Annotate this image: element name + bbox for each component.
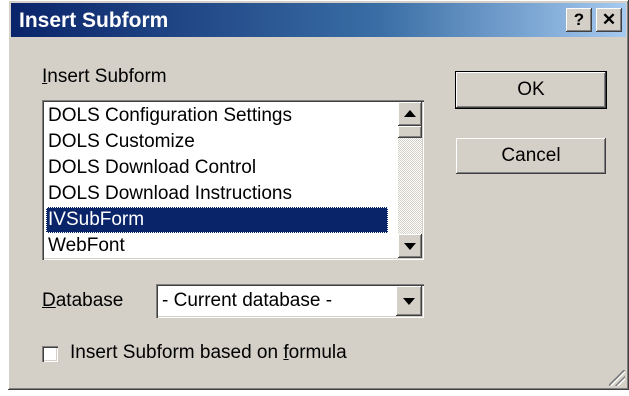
scroll-down-arrow-icon [404,243,416,250]
dropdown-arrow-icon [403,298,415,305]
list-item[interactable]: WebFont [46,233,388,259]
window-title: Insert Subform [19,9,169,32]
scroll-thumb[interactable] [398,126,422,138]
close-button[interactable]: ✕ [596,8,622,32]
database-label: Database [42,290,124,311]
cancel-button[interactable]: Cancel [456,138,606,174]
close-icon: ✕ [601,10,617,29]
list-scrollbar[interactable] [398,102,422,258]
list-item[interactable]: DOLS Configuration Settings [46,103,388,129]
title-bar[interactable]: Insert Subform ? ✕ [11,3,626,37]
scroll-up-arrow-icon [404,110,416,117]
subform-listbox[interactable]: DOLS Configuration Settings DOLS Customi… [42,100,424,260]
insert-subform-dialog: Insert Subform ? ✕ Insert Subform DOLS C… [8,0,629,390]
ok-button[interactable]: OK [456,72,606,108]
formula-checkbox-label[interactable]: Insert Subform based on formula [70,342,347,364]
list-item[interactable]: DOLS Customize [46,129,388,155]
list-item[interactable]: DOLS Download Instructions [46,181,388,207]
help-icon: ? [573,10,585,29]
subform-list-label: Insert Subform [42,66,167,87]
database-dropdown-button[interactable] [396,286,422,316]
list-item-selected[interactable]: IVSubForm [46,207,388,233]
help-button[interactable]: ? [566,8,592,32]
database-dropdown[interactable]: - Current database - [156,284,424,318]
list-item[interactable]: DOLS Download Control [46,155,388,181]
subform-list-items: DOLS Configuration Settings DOLS Customi… [46,103,388,259]
resize-grip-icon[interactable] [609,370,625,386]
scroll-down-button[interactable] [398,234,422,258]
scroll-up-button[interactable] [398,102,422,126]
database-value: - Current database - [162,290,333,311]
formula-checkbox[interactable] [42,346,58,362]
